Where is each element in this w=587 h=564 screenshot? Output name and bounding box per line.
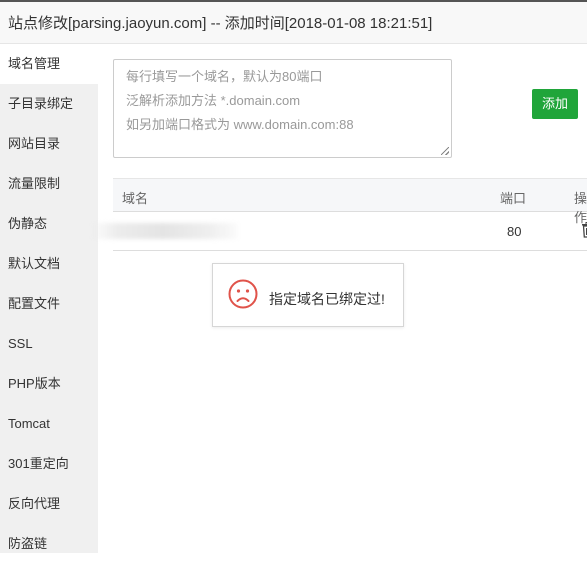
sidebar-item-default-document[interactable]: 默认文档 <box>0 244 98 284</box>
trash-icon[interactable] <box>581 222 587 238</box>
sidebar-item-hotlink-protection[interactable]: 防盗链 <box>0 524 98 564</box>
domain-textarea[interactable]: 每行填写一个域名，默认为80端口 泛解析添加方法 *.domain.com 如另… <box>113 59 452 158</box>
toast-message: 指定域名已绑定过! <box>269 291 385 307</box>
sidebar-item-domain-management[interactable]: 域名管理 <box>0 44 98 84</box>
resize-grip-icon[interactable] <box>441 147 449 155</box>
sidebar-item-ssl[interactable]: SSL <box>0 324 98 364</box>
error-toast: 指定域名已绑定过! <box>212 263 404 327</box>
port-cell: 80 <box>507 224 522 239</box>
placeholder-line-2: 泛解析添加方法 *.domain.com <box>126 93 301 108</box>
sidebar-item-rewrite[interactable]: 伪静态 <box>0 204 98 244</box>
placeholder-line-1: 每行填写一个域名，默认为80端口 <box>126 69 323 84</box>
dialog-title: 站点修改[parsing.jaoyun.com] -- 添加时间[2018-01… <box>8 15 433 32</box>
table-row: 80 <box>88 212 587 250</box>
sidebar-item-config-file[interactable]: 配置文件 <box>0 284 98 324</box>
sidebar: 域名管理 子目录绑定 网站目录 流量限制 伪静态 默认文档 配置文件 SSL P… <box>0 44 98 553</box>
redacted-domain-cell <box>88 223 238 239</box>
add-domain-button[interactable]: 添加 <box>532 89 578 119</box>
sad-face-icon <box>228 279 258 309</box>
placeholder-line-3: 如另加端口格式为 www.domain.com:88 <box>126 117 354 132</box>
sidebar-item-tomcat[interactable]: Tomcat <box>0 404 98 444</box>
sidebar-item-reverse-proxy[interactable]: 反向代理 <box>0 484 98 524</box>
main-panel: 每行填写一个域名，默认为80端口 泛解析添加方法 *.domain.com 如另… <box>88 44 587 553</box>
sidebar-item-site-directory[interactable]: 网站目录 <box>0 124 98 164</box>
sidebar-item-301-redirect[interactable]: 301重定向 <box>0 444 98 484</box>
column-header-domain: 域名 <box>122 191 149 206</box>
sidebar-item-subdirectory-binding[interactable]: 子目录绑定 <box>0 84 98 124</box>
sidebar-item-traffic-limit[interactable]: 流量限制 <box>0 164 98 204</box>
dialog-titlebar: 站点修改[parsing.jaoyun.com] -- 添加时间[2018-01… <box>0 0 587 44</box>
domain-table: 域名 端口 操作 80 <box>88 178 587 251</box>
table-header: 域名 端口 操作 <box>113 178 587 225</box>
column-header-port: 端口 <box>500 191 527 206</box>
sidebar-item-php-version[interactable]: PHP版本 <box>0 364 98 404</box>
